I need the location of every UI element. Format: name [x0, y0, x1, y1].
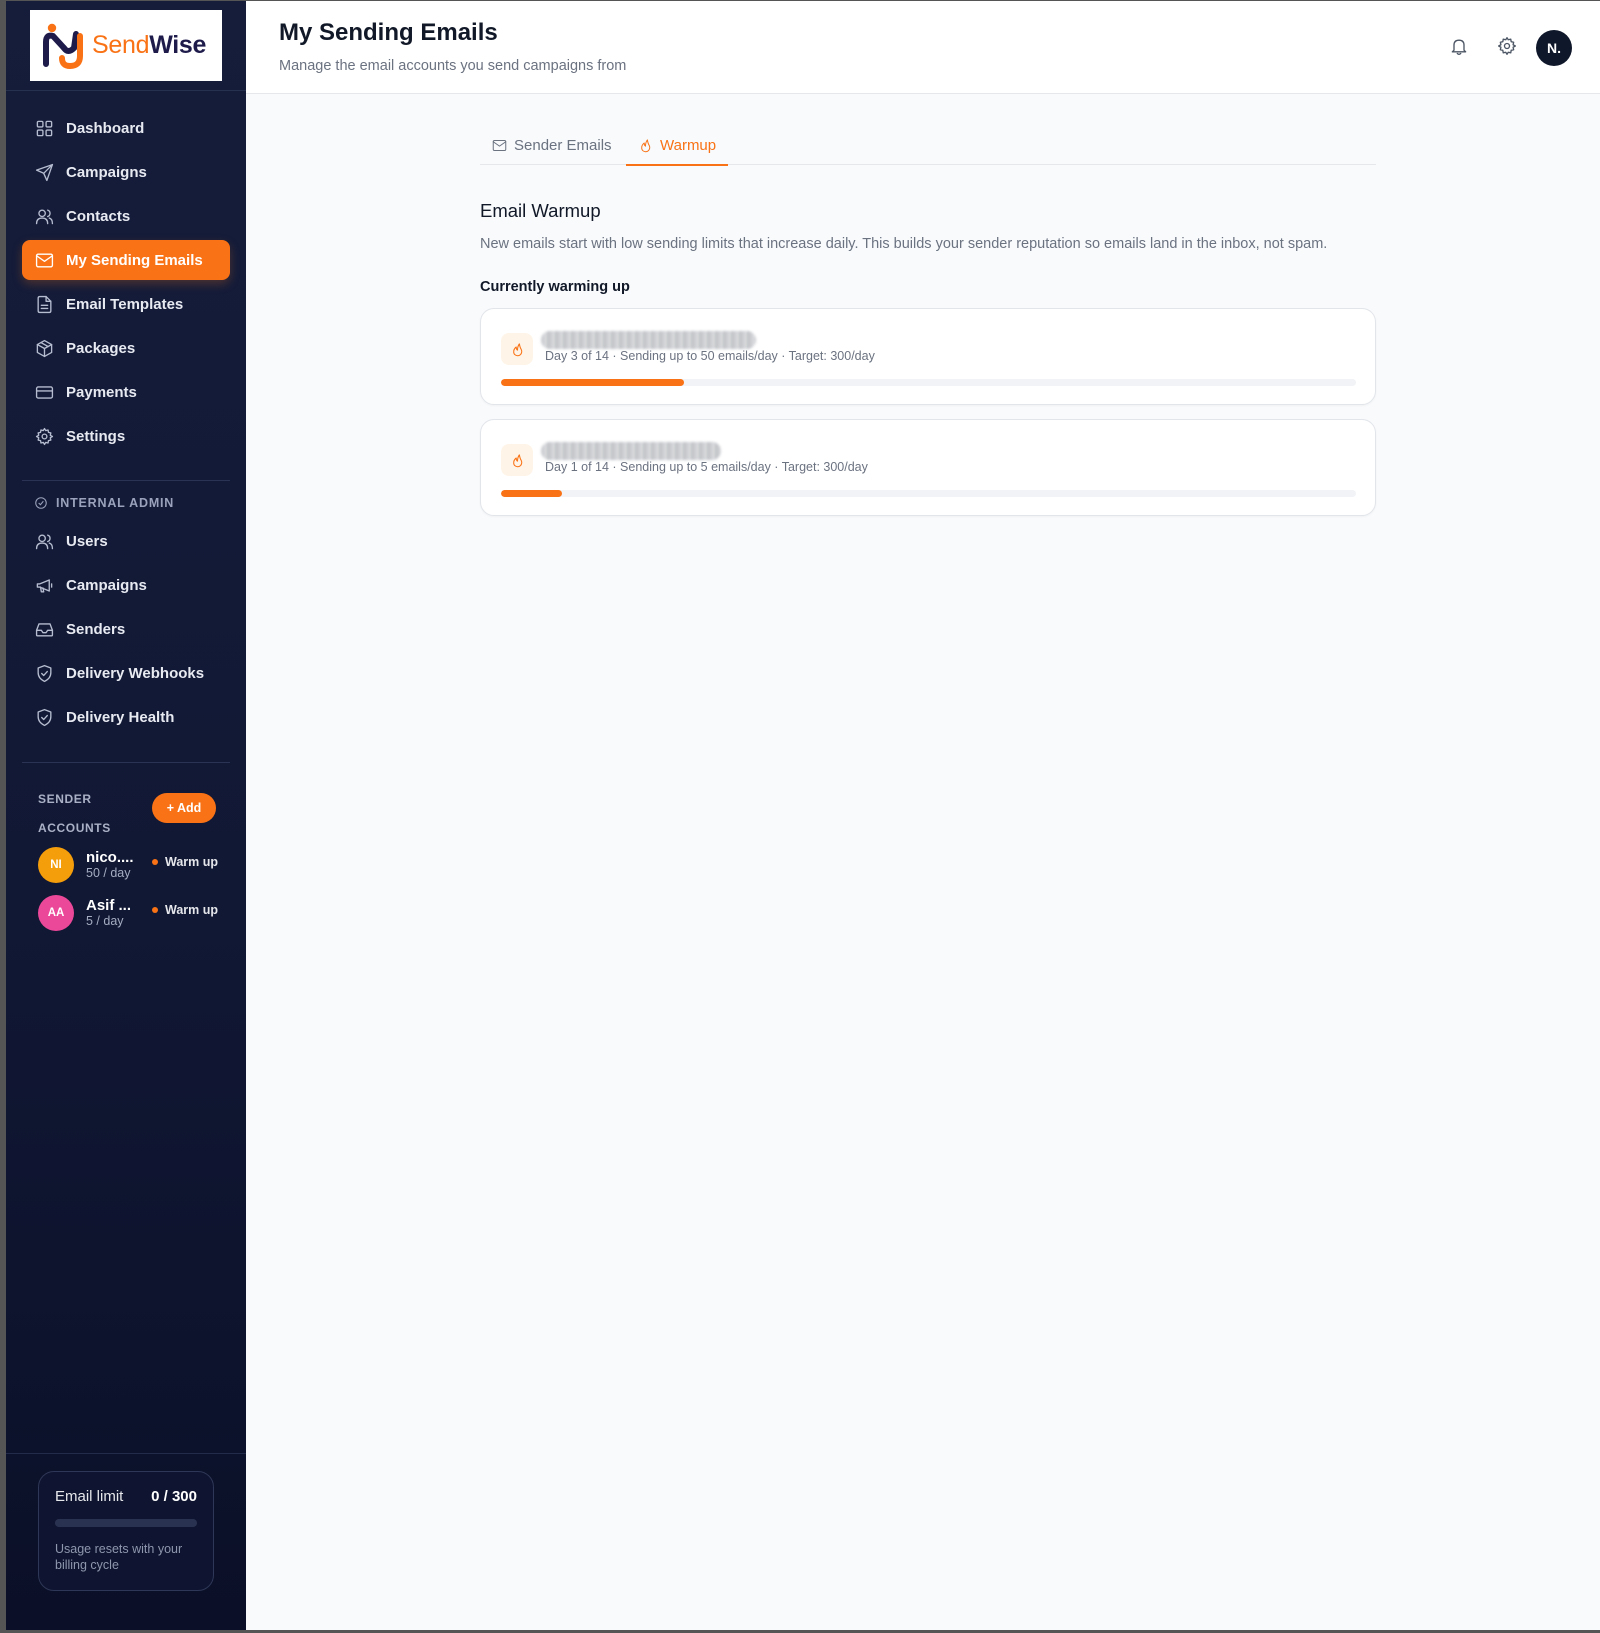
nav-item-settings[interactable]: Settings — [22, 416, 230, 456]
add-sender-button[interactable]: + Add — [152, 793, 216, 823]
divider — [6, 90, 246, 91]
nav-item-admin-campaigns[interactable]: Campaigns — [22, 565, 230, 605]
nav-label: Packages — [66, 339, 136, 357]
nav-item-dashboard[interactable]: Dashboard — [22, 108, 230, 148]
top-header: My Sending Emails Manage the email accou… — [246, 1, 1600, 94]
warmup-progress-fill — [501, 379, 684, 386]
nav-item-packages[interactable]: Packages — [22, 328, 230, 368]
warmup-progress-bar — [501, 379, 1356, 386]
email-limit-card: Email limit 0 / 300 Usage resets with yo… — [38, 1471, 214, 1591]
account-name: Asif ... — [86, 897, 132, 914]
nav-item-contacts[interactable]: Contacts — [22, 196, 230, 236]
tab-sender-emails[interactable]: Sender Emails — [480, 126, 624, 165]
account-info: nico.... 50 / day — [86, 849, 140, 881]
shield-check-icon — [34, 663, 54, 683]
sender-account-item[interactable]: AA Asif ... 5 / day Warm up — [38, 893, 228, 933]
nav-label: Payments — [66, 383, 137, 401]
flame-icon — [641, 138, 651, 152]
tab-bar: Sender Emails Warmup — [480, 126, 1376, 166]
users-icon — [34, 531, 54, 551]
account-info: Asif ... 5 / day — [86, 897, 140, 929]
nav-item-campaigns[interactable]: Campaigns — [22, 152, 230, 192]
email-limit-value: 0 / 300 — [151, 1488, 197, 1505]
inbox-icon — [34, 619, 54, 639]
nav-label: Settings — [66, 427, 126, 445]
logo-mark-icon — [43, 23, 83, 69]
email-limit-label: Email limit — [55, 1488, 124, 1505]
nav-item-admin-delivery-health[interactable]: Delivery Health — [22, 697, 230, 737]
logo-text: SendWise — [92, 31, 207, 59]
nav-item-admin-users[interactable]: Users — [22, 521, 230, 561]
credit-card-icon — [34, 382, 54, 402]
warmup-meta: Day 3 of 14 · Sending up to 50 emails/da… — [545, 349, 875, 363]
nav-label: Campaigns — [66, 576, 147, 594]
nav-item-email-templates[interactable]: Email Templates — [22, 284, 230, 324]
nav-item-admin-delivery-webhooks[interactable]: Delivery Webhooks — [22, 653, 230, 693]
nav-label: Delivery Webhooks — [66, 664, 205, 682]
nav-item-payments[interactable]: Payments — [22, 372, 230, 412]
admin-nav: Users Campaigns Senders Delivery Webhook… — [22, 521, 230, 741]
megaphone-icon — [34, 575, 54, 595]
account-name: nico.... — [86, 849, 134, 866]
gear-icon — [34, 426, 54, 446]
account-rate: 5 / day — [86, 914, 124, 928]
warmup-progress-bar — [501, 490, 1356, 497]
shield-check-icon — [35, 497, 47, 509]
nav-item-admin-senders[interactable]: Senders — [22, 609, 230, 649]
internal-admin-heading: INTERNAL ADMIN — [34, 496, 174, 510]
status-dot-icon — [152, 907, 158, 913]
warmup-email-redacted — [541, 442, 721, 460]
nav-label: Contacts — [66, 207, 131, 225]
page-subtitle: Manage the email accounts you send campa… — [279, 58, 627, 74]
grid-icon — [34, 118, 54, 138]
mail-icon — [492, 140, 507, 151]
app-frame: SendWise Dashboard Campaigns Contacts My… — [6, 1, 1600, 1630]
warmup-card: Day 1 of 14 · Sending up to 5 emails/day… — [480, 419, 1376, 516]
status-badge: Warm up — [152, 903, 218, 917]
users-icon — [34, 206, 54, 226]
warmup-progress-fill — [501, 490, 562, 497]
section-description: New emails start with low sending limits… — [480, 236, 1328, 252]
file-text-icon — [34, 294, 54, 314]
warmup-meta: Day 1 of 14 · Sending up to 5 emails/day… — [545, 460, 868, 474]
divider — [22, 762, 230, 763]
sender-account-item[interactable]: NI nico.... 50 / day Warm up — [38, 845, 228, 885]
section-title: Email Warmup — [480, 200, 601, 221]
avatar: AA — [38, 895, 74, 931]
nav-label: My Sending Emails — [66, 251, 203, 269]
logo[interactable]: SendWise — [30, 10, 222, 81]
email-limit-note: Usage resets with your billing cycle — [55, 1542, 183, 1572]
send-icon — [34, 162, 54, 182]
account-rate: 50 / day — [86, 866, 131, 880]
sender-accounts-heading: SENDER ACCOUNTS — [38, 792, 111, 835]
sidebar: SendWise Dashboard Campaigns Contacts My… — [6, 1, 246, 1630]
status-badge: Warm up — [152, 855, 218, 869]
section-subtitle: Currently warming up — [480, 279, 630, 295]
divider — [22, 480, 230, 481]
gear-icon[interactable] — [1497, 36, 1519, 58]
bell-icon[interactable] — [1449, 36, 1471, 58]
nav-label: Email Templates — [66, 295, 184, 313]
nav-label: Senders — [66, 620, 126, 638]
flame-icon — [501, 444, 533, 476]
main-nav: Dashboard Campaigns Contacts My Sending … — [22, 108, 230, 460]
warmup-card: Day 3 of 14 · Sending up to 50 emails/da… — [480, 308, 1376, 405]
page-title: My Sending Emails — [279, 19, 498, 46]
nav-item-my-sending-emails[interactable]: My Sending Emails — [22, 240, 230, 280]
tab-warmup[interactable]: Warmup — [626, 126, 729, 166]
shield-check-icon — [34, 707, 54, 727]
flame-icon — [501, 333, 533, 365]
divider — [6, 1453, 246, 1454]
package-icon — [34, 338, 54, 358]
warmup-email-redacted — [541, 331, 756, 349]
nav-label: Campaigns — [66, 163, 147, 181]
nav-label: Delivery Health — [66, 708, 175, 726]
mail-icon — [34, 250, 54, 270]
status-dot-icon — [152, 859, 158, 865]
user-avatar[interactable]: N. — [1536, 30, 1572, 66]
nav-label: Users — [66, 532, 108, 550]
email-limit-bar — [55, 1519, 197, 1527]
avatar: NI — [38, 847, 74, 883]
nav-label: Dashboard — [66, 119, 145, 137]
